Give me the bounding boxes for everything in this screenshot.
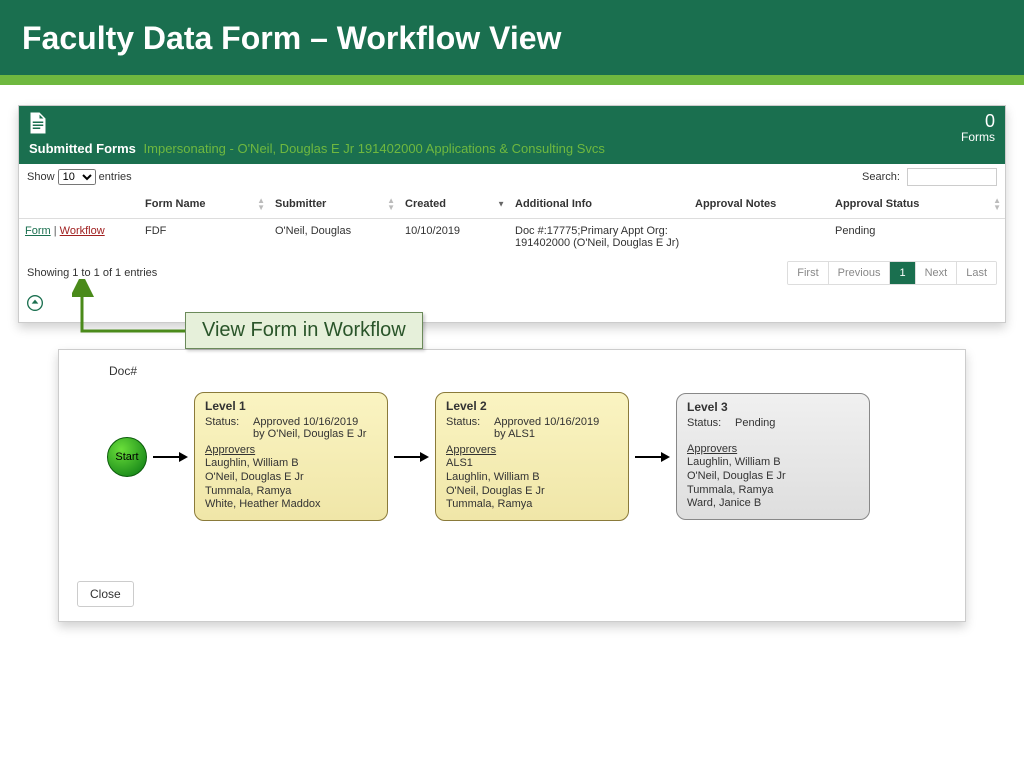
start-node: Start bbox=[107, 437, 147, 477]
pager-page-1[interactable]: 1 bbox=[889, 262, 914, 284]
pager-last[interactable]: Last bbox=[956, 262, 996, 284]
show-prefix: Show bbox=[27, 171, 55, 183]
level-1-box: Level 1 Status:Approved 10/16/2019 by O'… bbox=[194, 392, 388, 521]
approver: O'Neil, Douglas E Jr bbox=[446, 485, 618, 499]
pager-first[interactable]: First bbox=[788, 262, 827, 284]
level-2-box: Level 2 Status:Approved 10/16/2019 by AL… bbox=[435, 392, 629, 521]
cell-created: 10/10/2019 bbox=[399, 219, 509, 256]
cell-approval-notes bbox=[689, 219, 829, 256]
pager: First Previous 1 Next Last bbox=[787, 261, 997, 285]
col-approval-notes[interactable]: Approval Notes bbox=[689, 190, 829, 219]
col-approval-status[interactable]: Approval Status▲▼ bbox=[829, 190, 1005, 219]
document-icon bbox=[29, 112, 605, 139]
col-actions[interactable] bbox=[19, 190, 139, 219]
panel-header: Submitted Forms Impersonating - O'Neil, … bbox=[19, 106, 1005, 164]
forms-table: Form Name▲▼ Submitter▲▼ Created▼ Additio… bbox=[19, 190, 1005, 255]
submitted-forms-panel: Submitted Forms Impersonating - O'Neil, … bbox=[18, 105, 1006, 323]
level-1-title: Level 1 bbox=[205, 399, 377, 413]
pager-next[interactable]: Next bbox=[915, 262, 957, 284]
cell-approval-status: Pending bbox=[829, 219, 1005, 256]
approvers-heading: Approvers bbox=[446, 444, 618, 456]
col-addl-info[interactable]: Additional Info bbox=[509, 190, 689, 219]
workflow-flow: Start Level 1 Status:Approved 10/16/2019… bbox=[107, 392, 947, 521]
close-button[interactable]: Close bbox=[77, 581, 134, 607]
approver: Laughlin, William B bbox=[205, 457, 377, 471]
col-created[interactable]: Created▼ bbox=[399, 190, 509, 219]
workflow-panel: Doc# Start Level 1 Status:Approved 10/16… bbox=[58, 349, 966, 622]
cell-addl-info: Doc #:17775;Primary Appt Org: 191402000 … bbox=[509, 219, 689, 256]
level-3-box: Level 3 Status:Pending Approvers Laughli… bbox=[676, 393, 870, 520]
arrow-icon bbox=[635, 452, 670, 462]
level-3-title: Level 3 bbox=[687, 400, 859, 414]
panel-title: Submitted Forms bbox=[29, 141, 136, 156]
entries-select[interactable]: 10 bbox=[58, 169, 96, 185]
table-controls: Show 10 entries Search: bbox=[19, 164, 1005, 190]
approver: Tummala, Ramya bbox=[687, 484, 859, 498]
accent-strip bbox=[0, 75, 1024, 85]
forms-count-label: Forms bbox=[961, 130, 995, 144]
impersonating-text: Impersonating - O'Neil, Douglas E Jr 191… bbox=[144, 141, 605, 156]
arrow-icon bbox=[394, 452, 429, 462]
callout-label: View Form in Workflow bbox=[185, 312, 423, 349]
forms-count: 0 bbox=[961, 112, 995, 130]
approver: Laughlin, William B bbox=[687, 456, 859, 470]
approver: Laughlin, William B bbox=[446, 471, 618, 485]
level-1-by: by O'Neil, Douglas E Jr bbox=[253, 428, 377, 440]
page-title-banner: Faculty Data Form – Workflow View bbox=[0, 0, 1024, 75]
pager-prev[interactable]: Previous bbox=[828, 262, 890, 284]
approvers-heading: Approvers bbox=[687, 443, 859, 455]
doc-number-label: Doc# bbox=[109, 364, 947, 378]
scroll-top-button[interactable] bbox=[19, 295, 1005, 322]
level-3-status: Pending bbox=[735, 417, 775, 429]
workflow-link[interactable]: Workflow bbox=[60, 225, 105, 237]
cell-submitter: O'Neil, Douglas bbox=[269, 219, 399, 256]
table-row: Form | Workflow FDF O'Neil, Douglas 10/1… bbox=[19, 219, 1005, 256]
show-suffix: entries bbox=[99, 171, 132, 183]
separator: | bbox=[51, 225, 60, 237]
approver: Tummala, Ramya bbox=[446, 498, 618, 512]
form-link[interactable]: Form bbox=[25, 225, 51, 237]
col-submitter[interactable]: Submitter▲▼ bbox=[269, 190, 399, 219]
approver: O'Neil, Douglas E Jr bbox=[687, 470, 859, 484]
level-2-by: by ALS1 bbox=[494, 428, 618, 440]
level-1-status: Approved 10/16/2019 bbox=[253, 416, 358, 428]
search-label: Search: bbox=[862, 171, 900, 183]
approver: ALS1 bbox=[446, 457, 618, 471]
level-2-title: Level 2 bbox=[446, 399, 618, 413]
approver: Tummala, Ramya bbox=[205, 485, 377, 499]
approver: Ward, Janice B bbox=[687, 497, 859, 511]
arrow-icon bbox=[153, 452, 188, 462]
col-form-name[interactable]: Form Name▲▼ bbox=[139, 190, 269, 219]
level-2-status: Approved 10/16/2019 bbox=[494, 416, 599, 428]
approver: O'Neil, Douglas E Jr bbox=[205, 471, 377, 485]
showing-text: Showing 1 to 1 of 1 entries bbox=[27, 267, 157, 279]
cell-form-name: FDF bbox=[139, 219, 269, 256]
search-input[interactable] bbox=[907, 168, 997, 186]
approvers-heading: Approvers bbox=[205, 444, 377, 456]
approver: White, Heather Maddox bbox=[205, 498, 377, 512]
page-title: Faculty Data Form – Workflow View bbox=[22, 20, 1002, 57]
